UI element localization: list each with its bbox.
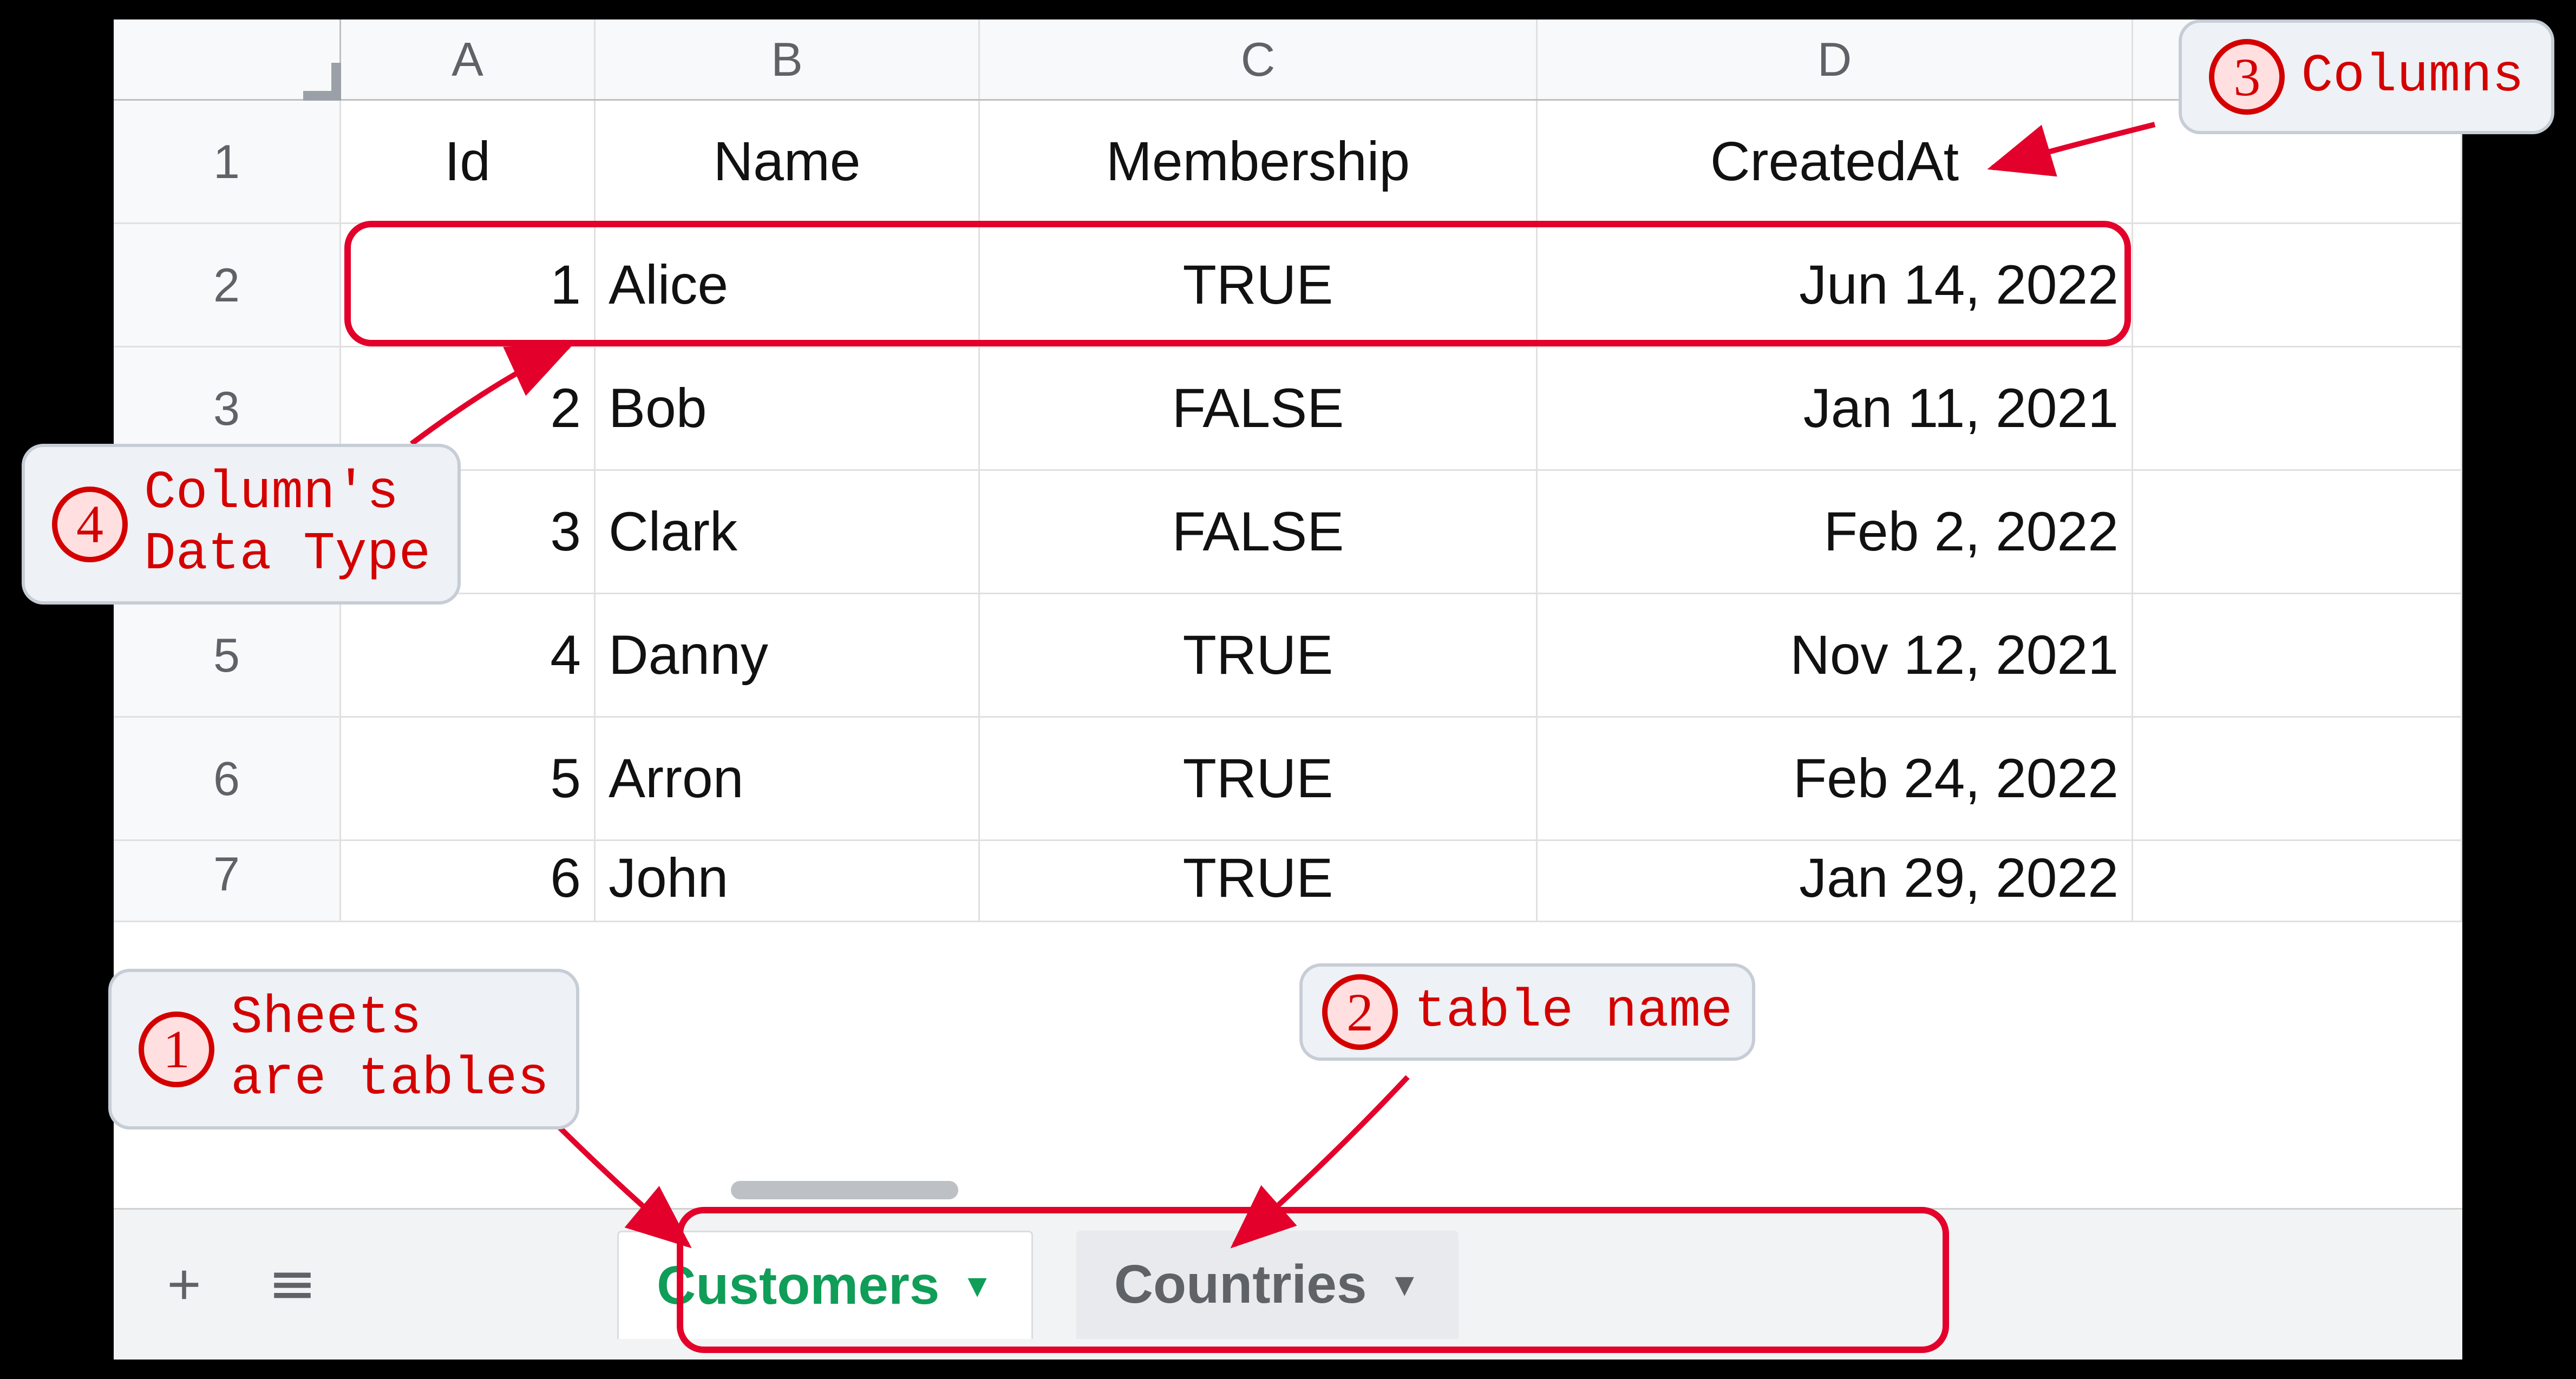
cell-A1[interactable]: Id	[341, 101, 596, 222]
caret-down-icon: ▼	[1388, 1266, 1420, 1303]
cell-E4[interactable]	[2133, 471, 2462, 593]
table-row: 5 4 Danny TRUE Nov 12, 2021	[114, 594, 2462, 718]
annotation-label: Sheets are tables	[231, 988, 549, 1110]
column-header-row: A B C D	[114, 19, 2462, 101]
badge-1: 1	[139, 1012, 214, 1087]
cell-D7[interactable]: Jan 29, 2022	[1538, 841, 2133, 921]
cell-E7[interactable]	[2133, 841, 2462, 921]
select-all-corner[interactable]	[114, 19, 341, 99]
cell-B3[interactable]: Bob	[596, 347, 980, 469]
cell-C2[interactable]: TRUE	[980, 224, 1538, 346]
badge-4: 4	[52, 487, 128, 562]
cell-C5[interactable]: TRUE	[980, 594, 1538, 716]
cell-B4[interactable]: Clark	[596, 471, 980, 593]
annotation-label: Column's Data Type	[144, 463, 430, 585]
cell-E6[interactable]	[2133, 718, 2462, 839]
cell-C7[interactable]: TRUE	[980, 841, 1538, 921]
cell-B7[interactable]: John	[596, 841, 980, 921]
annotation-label: Columns	[2301, 47, 2524, 108]
table-row: 1 Id Name Membership CreatedAt	[114, 101, 2462, 224]
cell-E3[interactable]	[2133, 347, 2462, 469]
add-sheet-button[interactable]	[152, 1252, 217, 1317]
cell-A2[interactable]: 1	[341, 224, 596, 346]
caret-down-icon: ▼	[961, 1267, 993, 1304]
sheet-tab-label: Countries	[1114, 1253, 1367, 1316]
table-row: 7 6 John TRUE Jan 29, 2022	[114, 841, 2462, 922]
plus-icon	[160, 1260, 208, 1309]
cell-D1[interactable]: CreatedAt	[1538, 101, 2133, 222]
table-row: 6 5 Arron TRUE Feb 24, 2022	[114, 718, 2462, 841]
annotation-3-columns: 3 Columns	[2179, 19, 2554, 134]
badge-3: 3	[2209, 39, 2285, 115]
sheet-tab-label: Customers	[657, 1255, 939, 1317]
cell-A7[interactable]: 6	[341, 841, 596, 921]
cell-C4[interactable]: FALSE	[980, 471, 1538, 593]
cell-C1[interactable]: Membership	[980, 101, 1538, 222]
col-header-C[interactable]: C	[980, 19, 1538, 99]
all-sheets-button[interactable]	[260, 1252, 325, 1317]
cell-E2[interactable]	[2133, 224, 2462, 346]
table-row: 3 2 Bob FALSE Jan 11, 2021	[114, 347, 2462, 471]
cell-B5[interactable]: Danny	[596, 594, 980, 716]
col-header-A[interactable]: A	[341, 19, 596, 99]
sheet-tab-countries[interactable]: Countries ▼	[1076, 1231, 1459, 1339]
badge-2: 2	[1322, 974, 1398, 1050]
cell-D2[interactable]: Jun 14, 2022	[1538, 224, 2133, 346]
row-header-6[interactable]: 6	[114, 718, 341, 839]
annotation-1-sheets: 1 Sheets are tables	[108, 969, 579, 1130]
cell-D6[interactable]: Feb 24, 2022	[1538, 718, 2133, 839]
horizontal-scrollbar[interactable]	[341, 1177, 2441, 1204]
row-header-1[interactable]: 1	[114, 101, 341, 222]
sheet-tab-bar: Customers ▼ Countries ▼	[114, 1208, 2462, 1360]
cell-D4[interactable]: Feb 2, 2022	[1538, 471, 2133, 593]
cell-B6[interactable]: Arron	[596, 718, 980, 839]
row-header-7[interactable]: 7	[114, 841, 341, 921]
cell-E5[interactable]	[2133, 594, 2462, 716]
cell-B2[interactable]: Alice	[596, 224, 980, 346]
cell-A6[interactable]: 5	[341, 718, 596, 839]
row-header-2[interactable]: 2	[114, 224, 341, 346]
spreadsheet-frame: A B C D 1 Id Name Membership CreatedAt 2…	[114, 19, 2462, 1360]
col-header-D[interactable]: D	[1538, 19, 2133, 99]
annotation-2-tablename: 2 table name	[1299, 963, 1755, 1061]
menu-icon	[268, 1260, 317, 1309]
cell-D3[interactable]: Jan 11, 2021	[1538, 347, 2133, 469]
cell-C3[interactable]: FALSE	[980, 347, 1538, 469]
cell-A5[interactable]: 4	[341, 594, 596, 716]
cell-D5[interactable]: Nov 12, 2021	[1538, 594, 2133, 716]
cell-B1[interactable]: Name	[596, 101, 980, 222]
table-row: 4 3 Clark FALSE Feb 2, 2022	[114, 471, 2462, 594]
annotation-label: table name	[1414, 982, 1732, 1043]
col-header-B[interactable]: B	[596, 19, 980, 99]
table-row: 2 1 Alice TRUE Jun 14, 2022	[114, 224, 2462, 347]
row-header-5[interactable]: 5	[114, 594, 341, 716]
sheet-tab-customers[interactable]: Customers ▼	[617, 1231, 1033, 1339]
cell-C6[interactable]: TRUE	[980, 718, 1538, 839]
annotation-4-datatype: 4 Column's Data Type	[22, 444, 461, 605]
